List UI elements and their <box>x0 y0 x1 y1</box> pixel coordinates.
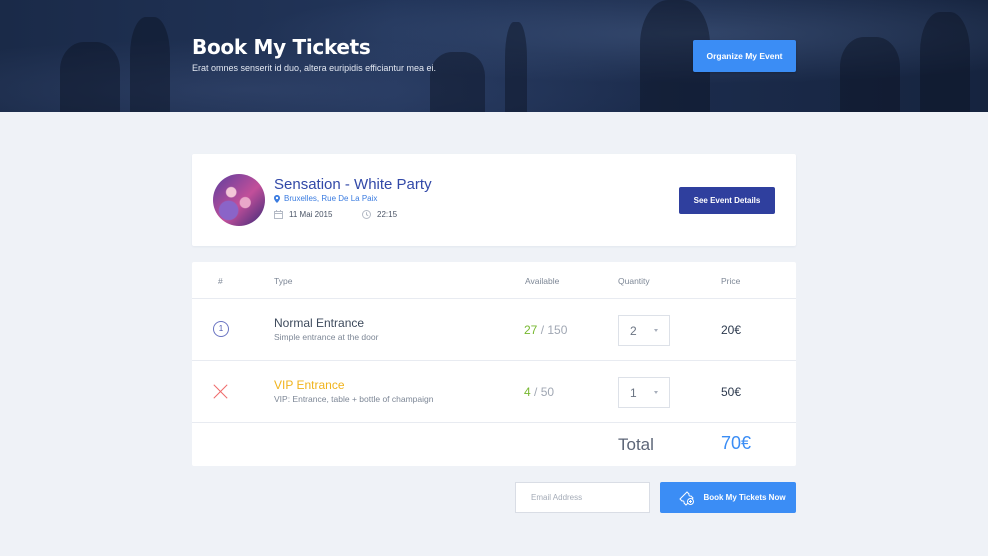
available-count: 27 <box>524 323 538 337</box>
ticket-icon <box>679 490 695 506</box>
clock-icon <box>362 210 371 219</box>
crowd-silhouette <box>430 52 485 112</box>
event-time-text: 22:15 <box>377 210 398 219</box>
crowd-silhouette <box>840 37 900 112</box>
quantity-value: 1 <box>630 386 637 400</box>
header-type: Type <box>274 276 293 286</box>
map-pin-icon <box>274 194 280 203</box>
page-title: Book My Tickets <box>192 35 371 59</box>
page-subtitle: Erat omnes senserit id duo, altera eurip… <box>192 63 436 73</box>
ticket-type-name: Normal Entrance <box>274 316 365 330</box>
tickets-table: # Type Available Quantity Price 1 Normal… <box>192 262 796 466</box>
ticket-type-description: VIP: Entrance, table + bottle of champai… <box>274 394 434 404</box>
event-location-text: Bruxelles, Rue De La Paix <box>284 194 378 203</box>
ticket-availability: 4 / 50 <box>524 385 554 399</box>
remove-ticket-icon[interactable] <box>213 384 228 399</box>
capacity-count: / 150 <box>540 323 568 337</box>
crowd-silhouette <box>920 12 970 112</box>
crowd-silhouette <box>60 42 120 112</box>
book-tickets-button[interactable]: Book My Tickets Now <box>660 482 796 513</box>
crowd-silhouette <box>505 22 527 112</box>
ticket-type-description: Simple entrance at the door <box>274 332 379 342</box>
event-date: 11 Mai 2015 <box>274 210 332 219</box>
hero-banner: Book My Tickets Erat omnes senserit id d… <box>0 0 988 112</box>
see-event-details-button[interactable]: See Event Details <box>679 187 775 214</box>
calendar-icon <box>274 210 283 219</box>
crowd-silhouette <box>130 17 170 112</box>
total-value: 70€ <box>721 433 752 453</box>
event-time: 22:15 <box>362 210 397 219</box>
row-number-badge: 1 <box>213 321 229 337</box>
book-tickets-label: Book My Tickets Now <box>703 493 786 502</box>
available-count: 4 <box>524 385 531 399</box>
header-price: Price <box>721 276 741 286</box>
chevron-down-icon <box>654 391 658 394</box>
event-avatar <box>213 174 265 226</box>
divider <box>192 360 796 361</box>
header-quantity: Quantity <box>618 276 650 286</box>
header-number: # <box>218 276 223 286</box>
capacity-count: / 50 <box>534 385 555 399</box>
quantity-select[interactable]: 2 <box>618 315 670 346</box>
quantity-select[interactable]: 1 <box>618 377 670 408</box>
divider <box>192 298 796 299</box>
header-available: Available <box>525 276 560 286</box>
event-title: Sensation - White Party <box>274 176 432 193</box>
event-date-text: 11 Mai 2015 <box>289 210 333 219</box>
quantity-value: 2 <box>630 324 637 338</box>
ticket-type-name: VIP Entrance <box>274 378 345 392</box>
email-field[interactable] <box>515 482 650 513</box>
total-label: Total <box>618 435 654 454</box>
ticket-price: 20€ <box>721 323 742 337</box>
divider <box>192 422 796 423</box>
ticket-price: 50€ <box>721 385 742 399</box>
chevron-down-icon <box>654 329 658 332</box>
organize-event-button[interactable]: Organize My Event <box>693 40 796 72</box>
ticket-availability: 27 / 150 <box>524 323 567 337</box>
event-location: Bruxelles, Rue De La Paix <box>274 194 377 203</box>
event-card: Sensation - White Party Bruxelles, Rue D… <box>192 154 796 246</box>
